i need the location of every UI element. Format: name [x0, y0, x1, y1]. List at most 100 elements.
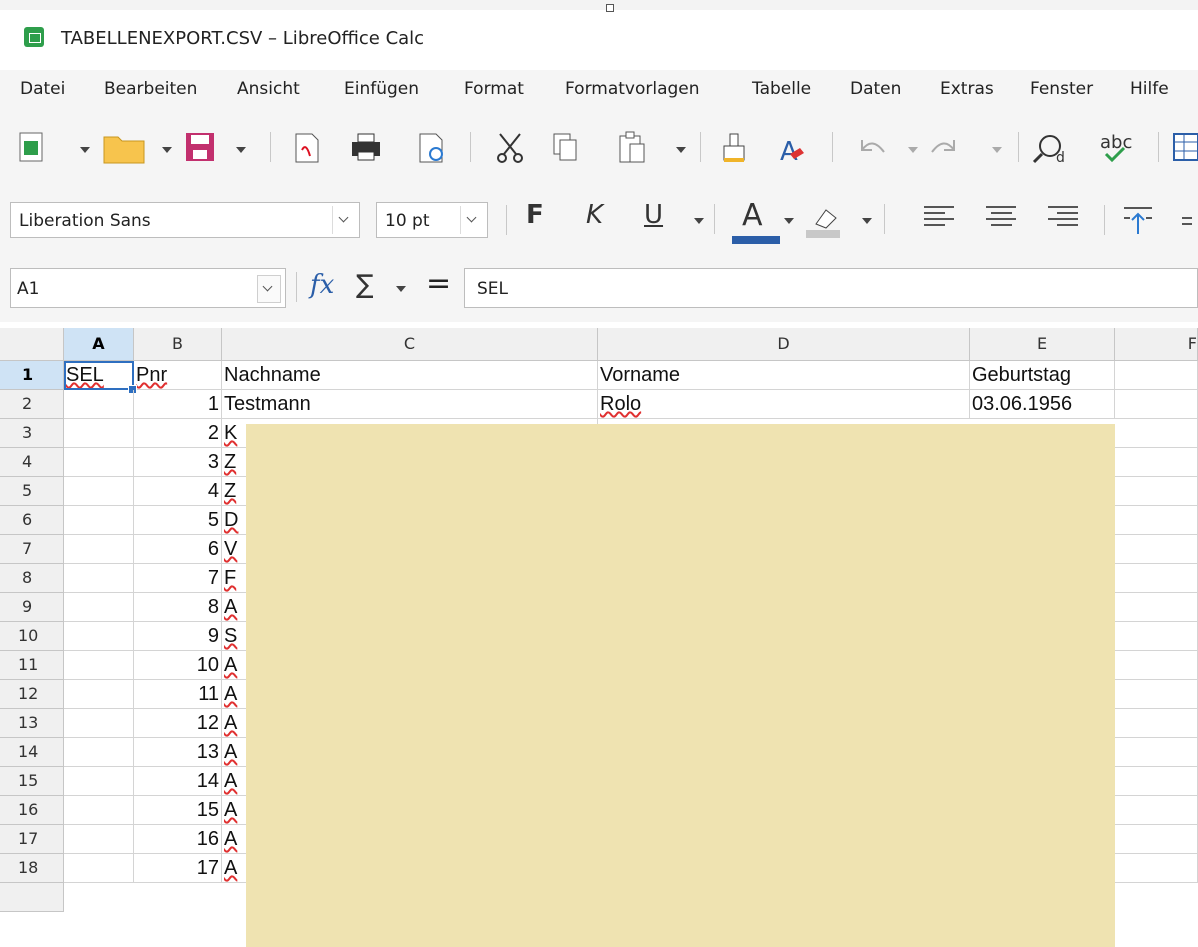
cell-e1[interactable]: Geburtstag — [970, 361, 1115, 390]
row-header-14[interactable]: 14 — [0, 738, 64, 767]
cell-f6[interactable] — [1115, 506, 1198, 535]
cell-a18[interactable] — [64, 854, 134, 883]
cell-a3[interactable] — [64, 419, 134, 448]
cell-b13[interactable]: 12 — [134, 709, 222, 738]
cell-f2[interactable] — [1115, 390, 1198, 419]
highlight-dropdown-icon[interactable] — [862, 218, 872, 224]
row-header-18[interactable]: 18 — [0, 854, 64, 883]
cell-b2[interactable]: 1 — [134, 390, 222, 419]
function-wizard-button[interactable]: fx — [310, 270, 334, 300]
row-header-17[interactable]: 17 — [0, 825, 64, 854]
menu-einfuegen[interactable]: Einfügen — [344, 79, 419, 99]
column-header-c[interactable]: C — [222, 328, 598, 361]
cell-b17[interactable]: 16 — [134, 825, 222, 854]
formula-button[interactable]: = — [426, 266, 451, 301]
cut-icon[interactable] — [497, 133, 523, 163]
insert-table-icon[interactable] — [1173, 133, 1198, 161]
font-color-dropdown-icon[interactable] — [784, 218, 794, 224]
cell-a7[interactable] — [64, 535, 134, 564]
save-icon[interactable] — [186, 133, 246, 161]
cell-f5[interactable] — [1115, 477, 1198, 506]
row-header-9[interactable]: 9 — [0, 593, 64, 622]
cell-f8[interactable] — [1115, 564, 1198, 593]
spellcheck-icon[interactable]: abc — [1100, 132, 1132, 163]
cell-c1[interactable]: Nachname — [222, 361, 598, 390]
cell-b10[interactable]: 9 — [134, 622, 222, 651]
cell-b14[interactable]: 13 — [134, 738, 222, 767]
sum-dropdown-icon[interactable] — [394, 282, 408, 296]
cell-c2[interactable]: Testmann — [222, 390, 598, 419]
font-name-dropdown-icon[interactable] — [332, 206, 357, 234]
formula-input[interactable]: SEL — [464, 268, 1198, 308]
align-right-icon[interactable] — [1048, 206, 1078, 232]
row-header-4[interactable]: 4 — [0, 448, 64, 477]
menu-formatvorlagen[interactable]: Formatvorlagen — [565, 79, 700, 99]
cell-b16[interactable]: 15 — [134, 796, 222, 825]
cell-a14[interactable] — [64, 738, 134, 767]
cell-f3[interactable] — [1115, 419, 1198, 448]
row-header-16[interactable]: 16 — [0, 796, 64, 825]
cell-a12[interactable] — [64, 680, 134, 709]
menu-tabelle[interactable]: Tabelle — [752, 79, 811, 99]
row-header-11[interactable]: 11 — [0, 651, 64, 680]
row-header-13[interactable]: 13 — [0, 709, 64, 738]
cell-b12[interactable]: 11 — [134, 680, 222, 709]
cell-f16[interactable] — [1115, 796, 1198, 825]
menu-daten[interactable]: Daten — [850, 79, 901, 99]
cell-a17[interactable] — [64, 825, 134, 854]
new-spreadsheet-icon[interactable] — [19, 132, 90, 162]
cell-b3[interactable]: 2 — [134, 419, 222, 448]
underline-dropdown-icon[interactable] — [694, 218, 704, 224]
cell-d1[interactable]: Vorname — [598, 361, 970, 390]
cell-f18[interactable] — [1115, 854, 1198, 883]
open-folder-icon[interactable] — [103, 136, 172, 164]
name-box-dropdown-icon[interactable] — [257, 275, 281, 303]
menu-ansicht[interactable]: Ansicht — [237, 79, 300, 99]
row-header-2[interactable]: 2 — [0, 390, 64, 419]
menu-fenster[interactable]: Fenster — [1030, 79, 1093, 99]
menu-format[interactable]: Format — [464, 79, 524, 99]
name-box[interactable]: A1 — [10, 268, 286, 308]
print-icon[interactable] — [352, 133, 380, 161]
clone-formatting-icon[interactable] — [723, 133, 745, 162]
cell-a10[interactable] — [64, 622, 134, 651]
highlight-icon[interactable] — [815, 209, 837, 229]
copy-icon[interactable] — [553, 133, 577, 161]
cell-a2[interactable] — [64, 390, 134, 419]
cell-a13[interactable] — [64, 709, 134, 738]
export-pdf-icon[interactable] — [295, 133, 319, 163]
cell-a6[interactable] — [64, 506, 134, 535]
paste-icon[interactable] — [619, 131, 686, 163]
cell-b4[interactable]: 3 — [134, 448, 222, 477]
row-header-7[interactable]: 7 — [0, 535, 64, 564]
cell-a4[interactable] — [64, 448, 134, 477]
row-header-5[interactable]: 5 — [0, 477, 64, 506]
cell-b1[interactable]: Pnr — [134, 361, 222, 390]
font-name-box[interactable]: Liberation Sans — [10, 202, 360, 238]
cell-b11[interactable]: 10 — [134, 651, 222, 680]
cell-a8[interactable] — [64, 564, 134, 593]
bold-button[interactable]: F — [526, 200, 544, 230]
cell-a5[interactable] — [64, 477, 134, 506]
cell-b9[interactable]: 8 — [134, 593, 222, 622]
font-color-button[interactable]: A — [742, 198, 763, 233]
cell-f15[interactable] — [1115, 767, 1198, 796]
font-size-box[interactable]: 10 pt — [376, 202, 488, 238]
cell-a16[interactable] — [64, 796, 134, 825]
find-replace-icon[interactable]: d — [1032, 135, 1065, 166]
cell-f11[interactable] — [1115, 651, 1198, 680]
undo-icon[interactable] — [861, 140, 918, 153]
menu-datei[interactable]: Datei — [20, 79, 65, 99]
select-all-corner[interactable] — [0, 328, 64, 361]
column-header-e[interactable]: E — [970, 328, 1115, 361]
cell-f13[interactable] — [1115, 709, 1198, 738]
cell-f14[interactable] — [1115, 738, 1198, 767]
sum-button[interactable]: ∑ — [356, 270, 374, 300]
print-preview-icon[interactable] — [419, 133, 443, 163]
cell-b15[interactable]: 14 — [134, 767, 222, 796]
row-header-3[interactable]: 3 — [0, 419, 64, 448]
cell-f4[interactable] — [1115, 448, 1198, 477]
menu-bearbeiten[interactable]: Bearbeiten — [104, 79, 197, 99]
menu-hilfe[interactable]: Hilfe — [1130, 79, 1169, 99]
row-header-10[interactable]: 10 — [0, 622, 64, 651]
